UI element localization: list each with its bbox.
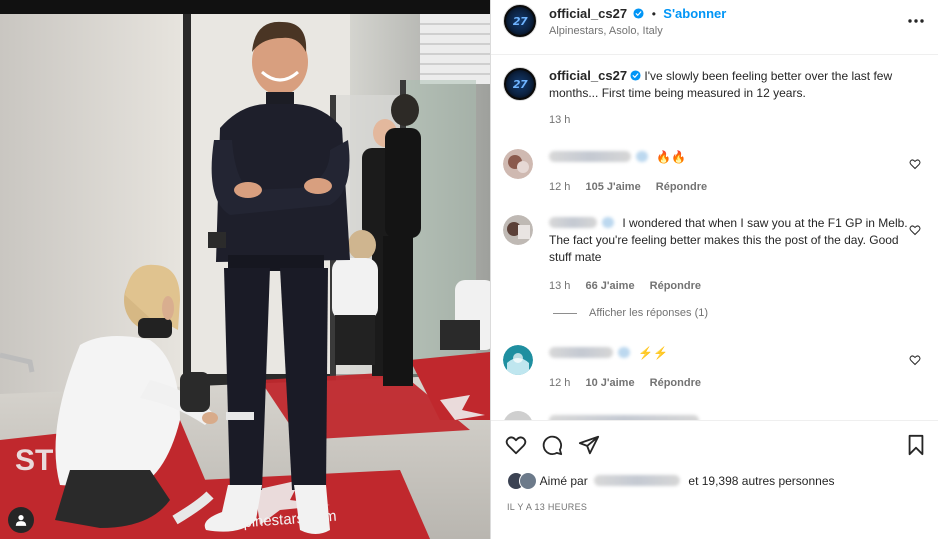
likes-count-link[interactable]: et 19,398 autres personnes	[688, 474, 834, 488]
comment-body: 🔥🔥	[549, 149, 909, 166]
comment-like-heart-icon[interactable]	[909, 224, 921, 236]
comment-body	[549, 413, 909, 420]
comment-time[interactable]: 12 h	[549, 181, 570, 193]
more-options-button[interactable]	[907, 12, 925, 30]
comment-meta: 13 h 66 J'aime Répondre	[549, 280, 713, 292]
heart-icon[interactable]	[505, 434, 527, 456]
comment-icon[interactable]	[541, 434, 563, 456]
post-actions: Aimé par et 19,398 autres personnes IL Y…	[491, 420, 938, 539]
mat-text-left: ST	[15, 444, 53, 477]
verified-badge-icon	[602, 217, 614, 228]
caption-time[interactable]: 13 h	[549, 114, 570, 126]
verified-badge-icon	[636, 151, 648, 162]
reply-button[interactable]: Répondre	[650, 377, 701, 389]
commenter-avatar[interactable]	[503, 149, 533, 179]
post-location[interactable]: Alpinestars, Asolo, Italy	[549, 25, 663, 37]
commenter-avatar[interactable]	[503, 411, 533, 420]
verified-badge-icon	[633, 8, 644, 19]
post-photo[interactable]: ST alpinestars.com	[0, 0, 490, 539]
commenter-avatar[interactable]	[503, 215, 533, 245]
post-timestamp[interactable]: IL Y A 13 HEURES	[507, 502, 587, 512]
post-image: ST alpinestars.com	[0, 0, 490, 539]
liked-by-prefix: Aimé par	[539, 474, 588, 488]
comment-likes[interactable]: 10 J'aime	[585, 377, 634, 389]
comment-text: 🔥🔥	[656, 150, 687, 164]
comment-time[interactable]: 12 h	[549, 377, 570, 389]
reply-button[interactable]: Répondre	[656, 181, 707, 193]
caption-username[interactable]: official_cs27	[549, 68, 627, 83]
liked-by-line: Aimé par et 19,398 autres personnes	[507, 472, 835, 490]
verified-badge-icon	[630, 70, 641, 81]
comment-text: ⚡⚡	[638, 346, 669, 360]
comment-meta: 12 h 10 J'aime Répondre	[549, 377, 713, 389]
liked-by-username-blurred[interactable]	[594, 475, 681, 486]
bookmark-icon[interactable]	[905, 434, 927, 456]
reply-button[interactable]: Répondre	[650, 280, 701, 292]
liker-avatar	[519, 472, 537, 490]
comment-body: ⚡⚡	[549, 345, 909, 362]
comment-body: I wondered that when I saw you at the F1…	[549, 215, 909, 266]
comment-meta: 12 h 105 J'aime Répondre	[549, 181, 719, 193]
author-username[interactable]: official_cs27	[549, 6, 627, 21]
comment-like-heart-icon[interactable]	[909, 158, 921, 170]
share-icon[interactable]	[578, 434, 600, 456]
replies-divider	[553, 312, 577, 314]
view-replies-button[interactable]: Afficher les réponses (1)	[553, 307, 708, 319]
caption-body: official_cs27 I've slowly been feeling b…	[549, 67, 909, 102]
comment-time[interactable]: 13 h	[549, 280, 570, 292]
comment-likes[interactable]: 105 J'aime	[585, 181, 640, 193]
commenter-username-blurred[interactable]	[549, 347, 613, 358]
verified-badge-icon	[618, 347, 630, 358]
liked-by-avatars[interactable]	[507, 472, 537, 490]
avatar-logo: 27	[506, 7, 534, 35]
more-options-icon	[908, 19, 924, 23]
follow-button[interactable]: S'abonner	[663, 6, 726, 21]
commenter-username-blurred[interactable]	[549, 217, 597, 228]
tagged-users-button[interactable]	[8, 507, 34, 533]
avatar-logo: 27	[506, 70, 534, 98]
caption-meta: 13 h	[549, 114, 582, 126]
author-line: official_cs27 • S'abonner	[549, 6, 726, 21]
comment-like-heart-icon[interactable]	[909, 354, 921, 366]
commenter-username-blurred[interactable]	[549, 151, 631, 162]
comment-likes[interactable]: 66 J'aime	[585, 280, 634, 292]
post-header: 27 official_cs27 • S'abonner Alpinestars…	[491, 0, 938, 55]
post-sidebar: 27 official_cs27 • S'abonner Alpinestars…	[490, 0, 938, 539]
view-replies-label: Afficher les réponses (1)	[589, 307, 709, 319]
separator-dot: •	[651, 7, 656, 21]
user-icon	[15, 515, 27, 526]
comments-list[interactable]: 27 official_cs27 I've slowly been feelin…	[491, 55, 938, 420]
caption-avatar[interactable]: 27	[503, 67, 537, 101]
commenter-avatar[interactable]	[503, 345, 533, 375]
author-avatar[interactable]: 27	[503, 4, 537, 38]
